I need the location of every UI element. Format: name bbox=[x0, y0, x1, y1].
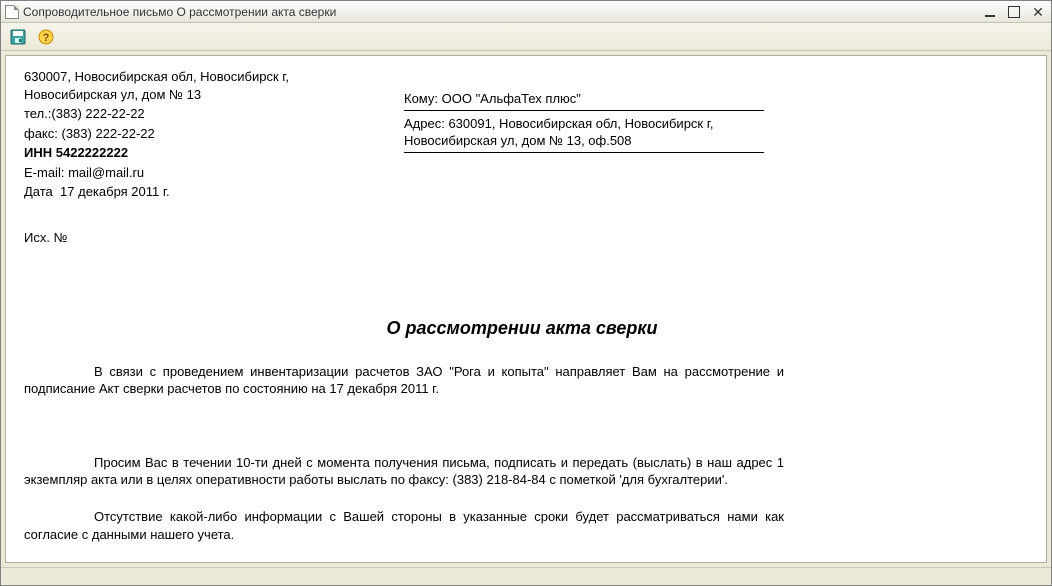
document-icon bbox=[5, 5, 19, 19]
content-area: 630007, Новосибирская обл, Новосибирск г… bbox=[1, 51, 1051, 567]
recipient-block: Кому: ООО "АльфаТех плюс" Адрес: 630091,… bbox=[404, 86, 764, 153]
save-button[interactable] bbox=[7, 26, 29, 48]
app-window: Сопроводительное письмо О рассмотрении а… bbox=[0, 0, 1052, 586]
minimize-button[interactable] bbox=[981, 4, 999, 20]
recipient-address: Адрес: 630091, Новосибирская обл, Новоси… bbox=[404, 111, 764, 153]
sender-block: 630007, Новосибирская обл, Новосибирск г… bbox=[24, 66, 364, 203]
help-button[interactable]: ? bbox=[35, 26, 57, 48]
sender-address: 630007, Новосибирская обл, Новосибирск г… bbox=[24, 68, 364, 103]
toolbar: ? bbox=[1, 23, 1051, 51]
titlebar: Сопроводительное письмо О рассмотрении а… bbox=[1, 1, 1051, 23]
recipient-to: Кому: ООО "АльфаТех плюс" bbox=[404, 86, 764, 111]
sender-inn: ИНН 5422222222 bbox=[24, 144, 364, 162]
close-button[interactable]: ✕ bbox=[1029, 4, 1047, 20]
window-title: Сопроводительное письмо О рассмотрении а… bbox=[23, 5, 981, 19]
sender-tel: тел.:(383) 222-22-22 bbox=[24, 105, 364, 123]
sender-fax: факс: (383) 222-22-22 bbox=[24, 125, 364, 143]
document-title: О рассмотрении акта сверки bbox=[24, 316, 1020, 340]
svg-text:?: ? bbox=[43, 32, 50, 44]
status-bar bbox=[1, 567, 1051, 585]
paragraph-3: Отсутствие какой-либо информации с Вашей… bbox=[24, 508, 784, 543]
paragraph-1: В связи с проведением инвентаризации рас… bbox=[24, 363, 784, 398]
spacer bbox=[24, 400, 1020, 454]
paragraph-2: Просим Вас в течении 10-ти дней с момент… bbox=[24, 454, 784, 489]
header-block: 630007, Новосибирская обл, Новосибирск г… bbox=[24, 66, 1020, 203]
document-paper: 630007, Новосибирская обл, Новосибирск г… bbox=[5, 55, 1047, 563]
window-controls: ✕ bbox=[981, 4, 1047, 20]
sender-date: Дата 17 декабря 2011 г. bbox=[24, 183, 364, 201]
document-scroll[interactable]: 630007, Новосибирская обл, Новосибирск г… bbox=[6, 56, 1046, 562]
outgoing-number: Исх. № bbox=[24, 229, 1020, 247]
maximize-button[interactable] bbox=[1005, 4, 1023, 20]
sender-email: E-mail: mail@mail.ru bbox=[24, 164, 364, 182]
